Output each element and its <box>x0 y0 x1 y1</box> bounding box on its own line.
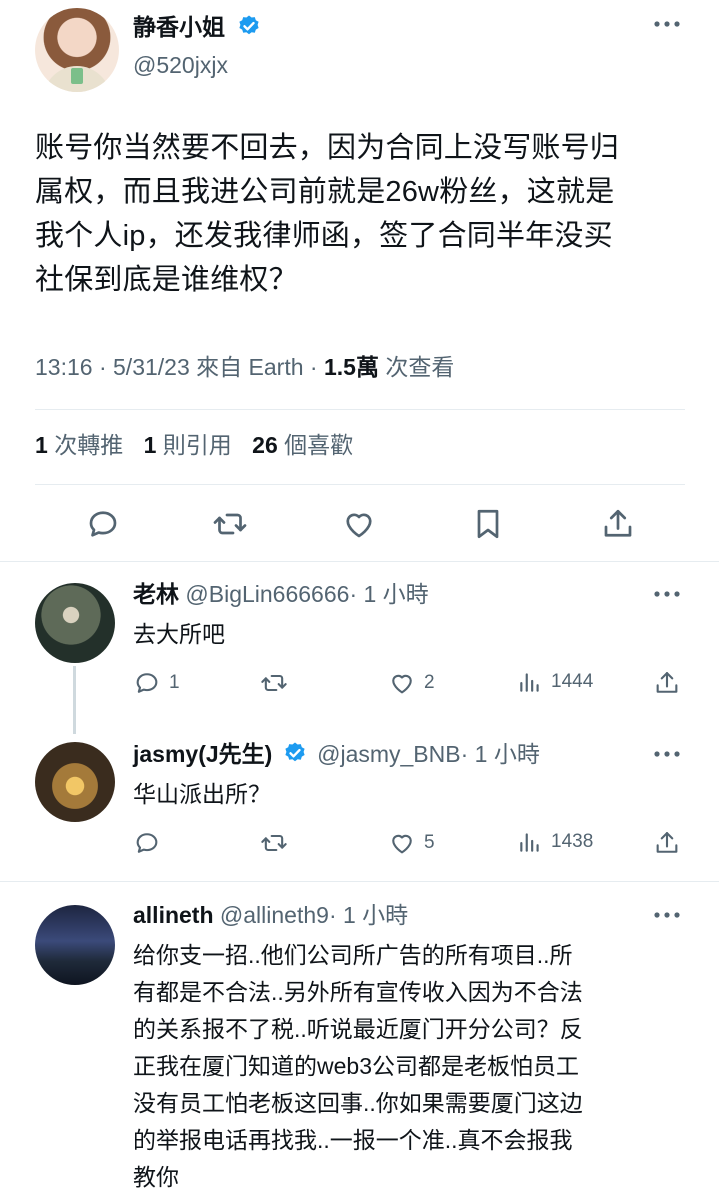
views-count: 1438 <box>551 831 594 852</box>
views-button[interactable]: 1444 <box>517 669 593 695</box>
reply-text-line: 没有员工怕老板这回事..你如果需要厦门这边 <box>133 1090 583 1116</box>
reply-time[interactable]: · 1 小時 <box>461 741 540 767</box>
tweet-meta: 13:16 · 5/31/23 來自 Earth · 1.5萬 次查看 <box>35 354 455 380</box>
reply-icon <box>133 669 161 697</box>
reply-time[interactable]: · 1 小時 <box>349 581 428 607</box>
verified-badge-icon <box>237 13 261 47</box>
share-icon[interactable] <box>653 669 681 697</box>
reply-avatar[interactable] <box>35 905 115 985</box>
author-display-name[interactable]: 静香小姐 <box>133 14 225 40</box>
views-count: 1444 <box>551 671 594 692</box>
reply-button[interactable] <box>133 829 161 857</box>
more-icon[interactable] <box>652 909 682 921</box>
like-button[interactable]: 5 <box>388 829 435 857</box>
reply-text: 给你支一招..他们公司所广告的所有项目..所 有都是不合法..另外所有宣传收入因… <box>133 937 693 1196</box>
reply-handle[interactable]: @BigLin666666 <box>185 581 349 607</box>
tweet-time[interactable]: 13:16 <box>35 354 93 380</box>
tweet-text-line: 账号你当然要不回去，因为合同上没写账号归 <box>35 132 620 164</box>
reply-text-line: 的关系报不了税..听说最近厦门开分公司？反 <box>133 1016 583 1042</box>
like-count: 5 <box>424 832 435 853</box>
reply-avatar[interactable] <box>35 742 115 822</box>
reply-button[interactable]: 1 <box>133 669 180 697</box>
more-icon[interactable] <box>652 748 682 760</box>
retweets-stat[interactable]: 1 次轉推 <box>35 432 123 458</box>
views-count: 1.5萬 <box>323 354 379 380</box>
reply-handle[interactable]: @allineth9 <box>220 902 329 928</box>
reply-text: 华山派出所？ <box>133 781 271 807</box>
divider <box>0 881 719 882</box>
retweet-button[interactable] <box>260 669 288 697</box>
bookmark-icon[interactable] <box>470 506 506 542</box>
reply-text: 去大所吧 <box>133 621 225 647</box>
reply-display-name[interactable]: jasmy(J先生) <box>133 741 272 767</box>
like-icon[interactable] <box>341 506 377 542</box>
reply-text-line: 教你 <box>133 1164 179 1190</box>
like-icon <box>388 669 416 697</box>
more-icon[interactable] <box>652 18 682 30</box>
tweet-text-line: 属权，而且我进公司前就是26w粉丝，这就是 <box>35 176 615 208</box>
reply-text-line: 正我在厦门知道的web3公司都是老板怕员工 <box>133 1053 579 1079</box>
like-count: 2 <box>424 672 435 693</box>
views-button[interactable]: 1438 <box>517 829 593 855</box>
reply-count: 1 <box>169 672 180 693</box>
retweet-button[interactable] <box>260 829 288 857</box>
tweet-text-line: 社保到底是谁维权？ <box>35 264 298 296</box>
reply-text-line: 的举报电话再找我..一报一个准..真不会报我 <box>133 1127 573 1153</box>
reply-display-name[interactable]: 老林 <box>133 581 179 607</box>
tweet-source: 來自 Earth <box>196 354 304 380</box>
divider <box>35 409 685 410</box>
share-icon[interactable] <box>653 829 681 857</box>
divider <box>0 561 719 562</box>
reply-icon[interactable] <box>85 506 121 542</box>
retweet-icon[interactable] <box>212 506 248 542</box>
reply-display-name[interactable]: allineth <box>133 902 214 928</box>
tweet-text-line: 我个人ip，还发我律师函，签了合同半年没买 <box>35 220 613 252</box>
like-button[interactable]: 2 <box>388 669 435 697</box>
views-icon <box>517 669 543 695</box>
reply-header: jasmy(J先生) @jasmy_BNB· 1 小時 <box>133 738 540 773</box>
reply-text-line: 给你支一招..他们公司所广告的所有项目..所 <box>133 942 573 968</box>
more-icon[interactable] <box>652 588 682 600</box>
views-label: 次查看 <box>385 354 455 380</box>
author-avatar[interactable] <box>35 8 119 92</box>
like-icon <box>388 829 416 857</box>
thread-line <box>73 666 76 734</box>
retweet-icon <box>260 669 288 697</box>
views-icon <box>517 829 543 855</box>
reply-icon <box>133 829 161 857</box>
tweet-stats: 1 次轉推 1 則引用 26 個喜歡 <box>35 428 353 462</box>
divider <box>35 484 685 485</box>
quotes-stat[interactable]: 1 則引用 <box>144 432 232 458</box>
share-icon[interactable] <box>600 506 636 542</box>
reply-handle[interactable]: @jasmy_BNB <box>317 741 461 767</box>
likes-stat[interactable]: 26 個喜歡 <box>252 432 353 458</box>
reply-avatar[interactable] <box>35 583 115 663</box>
tweet-text: 账号你当然要不回去，因为合同上没写账号归 属权，而且我进公司前就是26w粉丝，这… <box>35 126 685 302</box>
reply-time[interactable]: · 1 小時 <box>329 902 408 928</box>
reply-header: allineth @allineth9· 1 小時 <box>133 899 408 931</box>
reply-header: 老林 @BigLin666666· 1 小時 <box>133 578 429 610</box>
verified-badge-icon <box>283 741 307 773</box>
reply-text-line: 有都是不合法..另外所有宣传收入因为不合法 <box>133 979 583 1005</box>
retweet-icon <box>260 829 288 857</box>
author-handle[interactable]: @520jxjx <box>133 48 228 82</box>
author-name-row[interactable]: 静香小姐 <box>133 10 261 47</box>
tweet-date[interactable]: 5/31/23 <box>113 354 190 380</box>
